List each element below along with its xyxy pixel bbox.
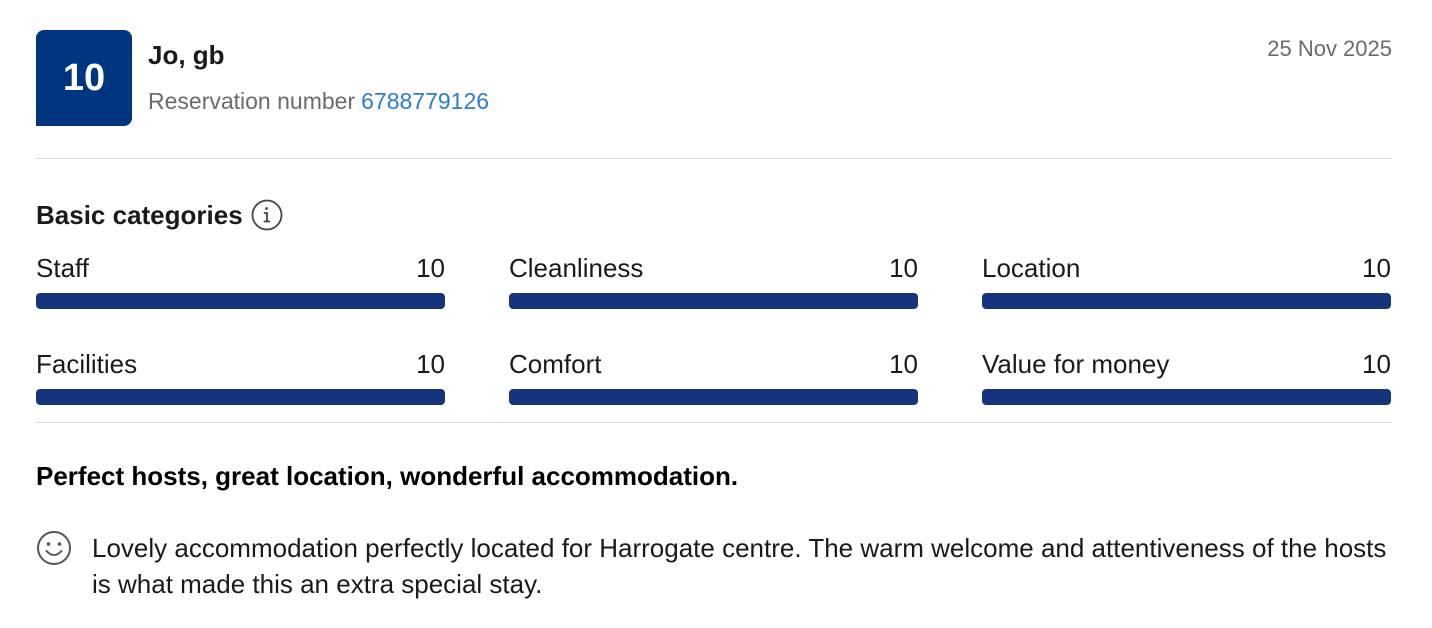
divider xyxy=(36,422,1392,423)
review-card: 10 Jo, gb Reservation number 6788779126 2… xyxy=(36,30,1392,602)
category-bar-fill xyxy=(982,293,1391,309)
info-icon[interactable] xyxy=(251,199,283,231)
category-comfort: Comfort 10 xyxy=(509,349,918,405)
category-score: 10 xyxy=(1362,253,1391,283)
smiley-face-icon xyxy=(36,530,72,566)
reservation-info: Reservation number 6788779126 xyxy=(148,88,489,115)
positive-comment-text: Lovely accommodation perfectly located f… xyxy=(92,533,1387,599)
category-bar-fill xyxy=(982,389,1391,405)
reservation-number-link[interactable]: 6788779126 xyxy=(361,88,489,114)
category-bar-fill xyxy=(36,293,445,309)
category-score: 10 xyxy=(889,253,918,283)
category-bar-fill xyxy=(36,389,445,405)
category-bar xyxy=(982,293,1391,309)
category-bar-fill xyxy=(509,389,918,405)
category-label: Staff xyxy=(36,253,90,283)
review-date: 25 Nov 2025 xyxy=(1267,36,1392,61)
category-staff: Staff 10 xyxy=(36,253,445,309)
category-bar xyxy=(36,293,445,309)
categories-title: Basic categories xyxy=(36,199,243,230)
category-label: Cleanliness xyxy=(509,253,644,283)
category-score: 10 xyxy=(889,349,918,379)
category-score: 10 xyxy=(416,349,445,379)
category-bar xyxy=(509,389,918,405)
category-label: Value for money xyxy=(982,349,1170,379)
category-bar-fill xyxy=(509,293,918,309)
positive-comment: Lovely accommodation perfectly located f… xyxy=(36,530,1392,602)
category-score: 10 xyxy=(1362,349,1391,379)
category-facilities: Facilities 10 xyxy=(36,349,445,405)
category-scores: Staff 10 Cleanliness 10 Location 10 Faci… xyxy=(36,253,1392,405)
category-location: Location 10 xyxy=(982,253,1391,309)
category-value-for-money: Value for money 10 xyxy=(982,349,1391,405)
reviewer-name: Jo, gb xyxy=(148,40,225,70)
category-label: Comfort xyxy=(509,349,602,379)
category-label: Facilities xyxy=(36,349,138,379)
category-label: Location xyxy=(982,253,1081,283)
category-cleanliness: Cleanliness 10 xyxy=(509,253,918,309)
reservation-label: Reservation number xyxy=(148,88,356,114)
category-bar xyxy=(982,389,1391,405)
score-badge: 10 xyxy=(36,30,132,126)
review-headline: Perfect hosts, great location, wonderful… xyxy=(36,461,739,491)
category-bar xyxy=(36,389,445,405)
category-bar xyxy=(509,293,918,309)
categories-heading: Basic categories xyxy=(36,199,1392,231)
review-header: 10 Jo, gb Reservation number 6788779126 2… xyxy=(36,30,1392,126)
category-score: 10 xyxy=(416,253,445,283)
divider xyxy=(36,158,1392,159)
